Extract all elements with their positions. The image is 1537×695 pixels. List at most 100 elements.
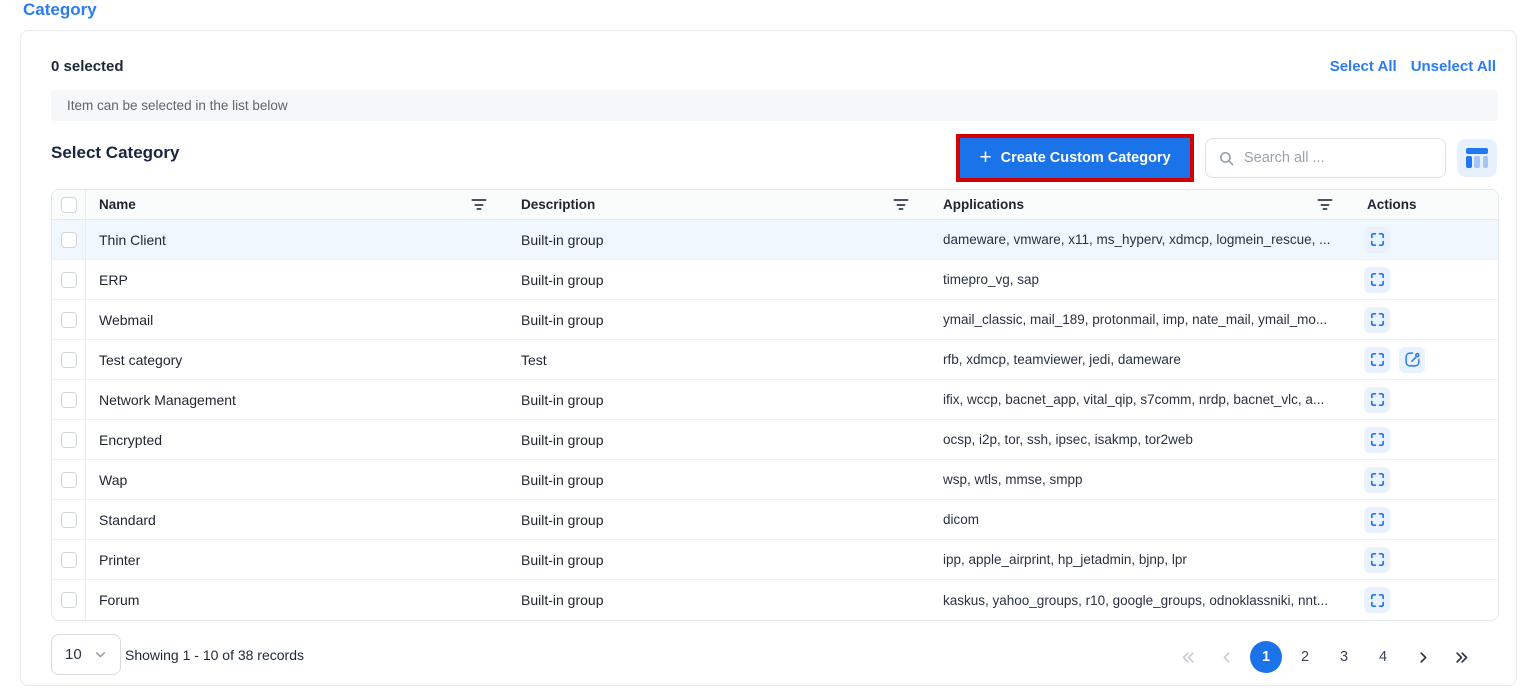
filter-icon-applications[interactable] — [1317, 199, 1332, 210]
row-checkbox-cell — [52, 500, 86, 539]
expand-row-button[interactable] — [1364, 227, 1390, 253]
cell-description: Built-in group — [508, 420, 930, 459]
create-custom-category-button[interactable]: + Create Custom Category — [960, 138, 1190, 178]
select-all-link[interactable]: Select All — [1330, 58, 1397, 75]
columns-icon — [1466, 148, 1488, 168]
row-checkbox[interactable] — [61, 592, 77, 608]
expand-icon — [1369, 511, 1386, 528]
chevron-left-icon — [1220, 650, 1235, 665]
cell-name: Network Management — [86, 380, 508, 419]
annotation-highlight-box: + Create Custom Category — [956, 134, 1194, 182]
row-checkbox-cell — [52, 260, 86, 299]
edit-row-button[interactable] — [1399, 347, 1425, 373]
cell-actions — [1354, 340, 1498, 379]
page-size-select[interactable]: 10 — [51, 634, 121, 675]
table-row: Standard Built-in group dicom — [52, 500, 1498, 540]
cell-description: Built-in group — [508, 500, 930, 539]
expand-icon — [1369, 592, 1386, 609]
toolbar: + Create Custom Category — [956, 134, 1497, 182]
cell-applications: ocsp, i2p, tor, ssh, ipsec, isakmp, tor2… — [930, 420, 1354, 459]
row-checkbox[interactable] — [61, 232, 77, 248]
table-row: Thin Client Built-in group dameware, vmw… — [52, 220, 1498, 260]
last-page-button[interactable] — [1445, 641, 1477, 673]
filter-icon-name[interactable] — [471, 199, 486, 210]
table-header: Name Description Applications Actions — [52, 190, 1498, 220]
prev-page-button[interactable] — [1211, 641, 1243, 673]
section-title: Select Category — [51, 143, 180, 163]
cell-applications: dameware, vmware, x11, ms_hyperv, xdmcp,… — [930, 220, 1354, 259]
double-chevron-left-icon — [1181, 650, 1196, 665]
row-checkbox-cell — [52, 300, 86, 339]
row-checkbox-cell — [52, 460, 86, 499]
cell-actions — [1354, 300, 1498, 339]
row-checkbox[interactable] — [61, 392, 77, 408]
row-checkbox[interactable] — [61, 552, 77, 568]
cell-actions — [1354, 580, 1498, 620]
expand-row-button[interactable] — [1364, 427, 1390, 453]
expand-row-button[interactable] — [1364, 587, 1390, 613]
cell-actions — [1354, 220, 1498, 259]
next-page-button[interactable] — [1406, 641, 1438, 673]
cell-description: Built-in group — [508, 300, 930, 339]
header-name: Name — [86, 190, 508, 219]
expand-row-button[interactable] — [1364, 267, 1390, 293]
expand-icon — [1369, 351, 1386, 368]
expand-row-button[interactable] — [1364, 307, 1390, 333]
table-row: Test category Test rfb, xdmcp, teamviewe… — [52, 340, 1498, 380]
row-checkbox[interactable] — [61, 272, 77, 288]
filter-icon-description[interactable] — [893, 199, 908, 210]
unselect-all-link[interactable]: Unselect All — [1411, 58, 1496, 75]
search-icon — [1218, 150, 1235, 167]
cell-name: Test category — [86, 340, 508, 379]
cell-name: Wap — [86, 460, 508, 499]
cell-applications: ifix, wccp, bacnet_app, vital_qip, s7com… — [930, 380, 1354, 419]
expand-row-button[interactable] — [1364, 467, 1390, 493]
row-checkbox[interactable] — [61, 432, 77, 448]
expand-row-button[interactable] — [1364, 547, 1390, 573]
expand-icon — [1369, 311, 1386, 328]
first-page-button[interactable] — [1172, 641, 1204, 673]
expand-row-button[interactable] — [1364, 507, 1390, 533]
selection-hint: Item can be selected in the list below — [51, 90, 1498, 121]
selected-count: 0 selected — [51, 58, 124, 75]
row-checkbox[interactable] — [61, 352, 77, 368]
table-body: Thin Client Built-in group dameware, vmw… — [52, 220, 1498, 620]
cell-name: ERP — [86, 260, 508, 299]
expand-row-button[interactable] — [1364, 347, 1390, 373]
expand-row-button[interactable] — [1364, 387, 1390, 413]
cell-applications: dicom — [930, 500, 1354, 539]
header-name-label: Name — [99, 197, 136, 212]
expand-icon — [1369, 391, 1386, 408]
cell-actions — [1354, 420, 1498, 459]
select-all-checkbox[interactable] — [61, 197, 77, 213]
cell-name: Encrypted — [86, 420, 508, 459]
cell-actions — [1354, 500, 1498, 539]
header-description-label: Description — [521, 197, 595, 212]
page-button-2[interactable]: 2 — [1289, 641, 1321, 673]
table-row: Network Management Built-in group ifix, … — [52, 380, 1498, 420]
page-button-3[interactable]: 3 — [1328, 641, 1360, 673]
row-checkbox[interactable] — [61, 312, 77, 328]
selection-links: Select All Unselect All — [1330, 58, 1496, 75]
header-description: Description — [508, 190, 930, 219]
cell-name: Thin Client — [86, 220, 508, 259]
cell-applications: wsp, wtls, mmse, smpp — [930, 460, 1354, 499]
double-chevron-right-icon — [1454, 650, 1469, 665]
row-checkbox[interactable] — [61, 472, 77, 488]
header-checkbox-cell — [52, 190, 86, 219]
cell-applications: kaskus, yahoo_groups, r10, google_groups… — [930, 580, 1354, 620]
row-checkbox-cell — [52, 340, 86, 379]
row-checkbox[interactable] — [61, 512, 77, 528]
chevron-down-icon — [94, 648, 107, 661]
chevron-right-icon — [1415, 650, 1430, 665]
page-numbers: 1234 — [1250, 641, 1399, 673]
expand-icon — [1369, 231, 1386, 248]
cell-description: Built-in group — [508, 220, 930, 259]
cell-description: Built-in group — [508, 540, 930, 579]
page-button-4[interactable]: 4 — [1367, 641, 1399, 673]
table-row: Webmail Built-in group ymail_classic, ma… — [52, 300, 1498, 340]
page-button-1[interactable]: 1 — [1250, 641, 1282, 673]
search-input[interactable] — [1244, 150, 1433, 166]
expand-icon — [1369, 551, 1386, 568]
column-settings-button[interactable] — [1457, 139, 1497, 177]
